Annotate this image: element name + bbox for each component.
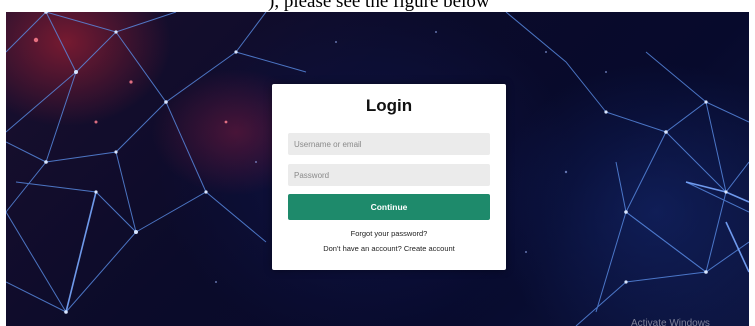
continue-button[interactable]: Continue xyxy=(288,194,490,220)
no-account-text: Don't have an account? xyxy=(323,244,402,253)
caption-text: ), please see the figure below xyxy=(268,0,490,12)
username-input[interactable] xyxy=(288,133,490,155)
activate-windows-watermark: Activate Windows xyxy=(631,318,710,326)
password-input[interactable] xyxy=(288,164,490,186)
forgot-password-link[interactable]: Forgot your password? xyxy=(272,229,506,238)
login-title: Login xyxy=(365,96,413,115)
top-caption: ), please see the figure below xyxy=(0,0,755,12)
signup-prompt: Don't have an account? Create account xyxy=(272,244,506,253)
background-network-image: Login Continue Forgot your password? Don… xyxy=(6,12,749,326)
create-account-link[interactable]: Create account xyxy=(404,244,455,253)
login-card: Login Continue Forgot your password? Don… xyxy=(272,84,506,270)
